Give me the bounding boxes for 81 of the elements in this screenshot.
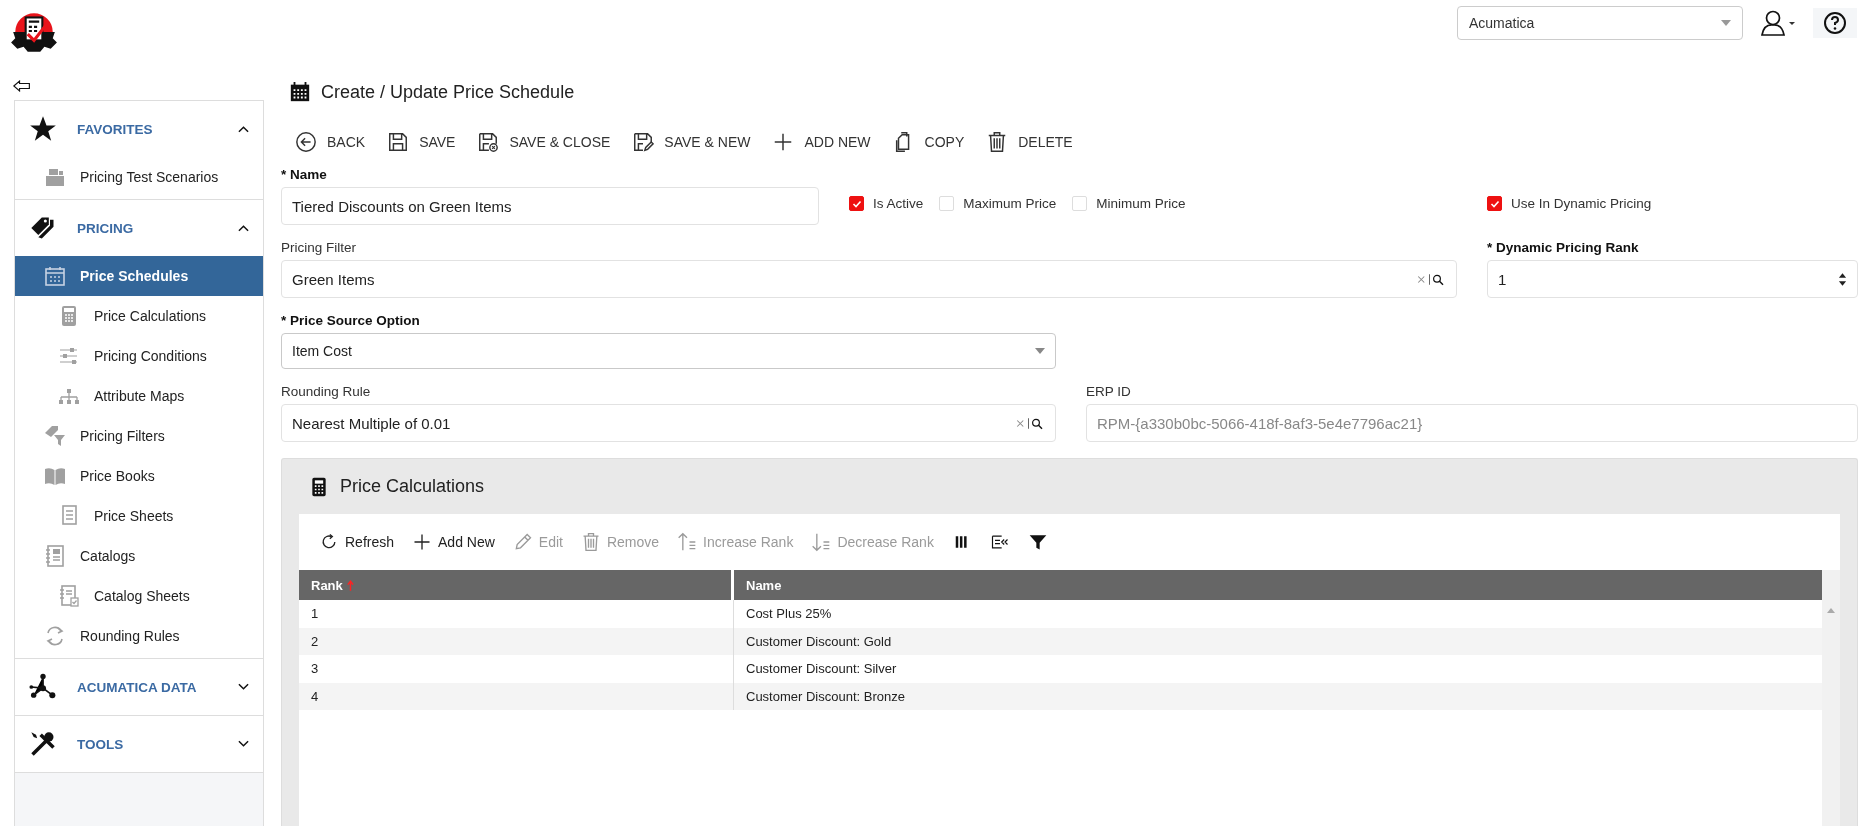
table-cell: 2 [299,627,734,655]
company-dropdown[interactable]: Acumatica [1457,6,1743,40]
star-icon [29,115,57,143]
calendar-icon [43,264,67,288]
toolbar-button[interactable]: COPY [892,131,965,153]
pricing-filter-field[interactable]: Green Items [281,260,1457,298]
section-title: Price Calculations [340,476,485,497]
notebook-check-icon [57,584,81,608]
tools-icon [29,730,57,758]
rank-spinner-field[interactable]: 1 [1487,260,1858,298]
section-header[interactable]: FAVORITES [15,101,263,157]
tag-funnel-icon [43,424,67,448]
floppy-disk-close-icon [477,131,500,153]
filter-icon[interactable] [1027,532,1048,552]
pencil-icon [512,532,533,552]
table-cell-text: Cost Plus 25% [745,605,833,624]
section-header[interactable]: TOOLS [15,716,263,772]
chevron-icon [238,224,249,232]
field-label: Pricing Filter [281,239,357,256]
field-label: * Dynamic Pricing Rank [1487,239,1640,256]
sidebar-item[interactable]: Pricing Test Scenarios [15,157,263,197]
chevron-icon [238,740,249,748]
sidebar-item[interactable]: Price Books [15,456,263,496]
caret-icon [1035,348,1045,354]
collapse-arrow-icon[interactable] [13,80,31,92]
sidebar-item[interactable]: Attribute Maps [15,376,263,416]
back-icon [295,131,317,153]
grid-toolbar-button[interactable]: Add New [412,532,495,552]
help-icon [1823,11,1847,35]
field-label: ERP ID [1086,383,1132,400]
chevron-icon [238,125,249,133]
floppy-disk-pencil-icon [632,131,655,153]
toolbar-button[interactable]: DELETE [986,131,1073,153]
column-header[interactable]: Name [734,570,1822,600]
grid-toolbar-button[interactable]: Refresh [319,532,395,552]
section-header[interactable]: ACUMATICA DATA [15,659,263,715]
field-label: * Name [281,166,328,183]
spinner-arrows-icon [1838,271,1847,287]
checkbox[interactable]: Maximum Price [939,196,1057,211]
scrollbar[interactable] [1822,570,1840,826]
toolbar-button[interactable]: BACK [295,131,366,153]
toolbar-button[interactable]: SAVE & NEW [632,131,751,153]
toolbar-button[interactable]: SAVE [387,131,456,153]
notebook-icon [43,544,67,568]
sidebar-item[interactable]: Price Schedules [15,256,263,296]
table-cell: 3 [299,655,734,683]
sidebar-item[interactable]: Pricing Filters [15,416,263,456]
table-cell: 4 [299,682,734,710]
help-button[interactable] [1813,8,1857,38]
calendar-icon [289,80,311,104]
clear-search-icon [1416,272,1446,286]
checkbox[interactable]: Minimum Price [1072,196,1186,211]
sidebar-item[interactable]: Catalog Sheets [15,576,263,616]
table-cell-text: Customer Discount: Silver [745,660,898,679]
sidebar-item[interactable]: Catalogs [15,536,263,576]
checkbox[interactable]: Is Active [849,196,924,211]
network-icon [29,673,57,701]
sort-up-icon [677,532,698,552]
toolbar-button[interactable]: SAVE & CLOSE [477,131,611,153]
field-label: Rounding Rule [281,383,372,400]
column-header[interactable]: Rank [299,570,734,600]
field-label: * Price Source Option [281,312,421,329]
sidebar-item[interactable]: Price Sheets [15,496,263,536]
price-source-dropdown[interactable]: Item Cost [281,333,1056,369]
sidebar-item[interactable]: Pricing Conditions [15,336,263,376]
sidebar-item[interactable]: Rounding Rules [15,616,263,656]
chevron-icon [238,683,249,691]
rounding-rule-field[interactable]: Nearest Multiple of 0.01 [281,404,1056,442]
sidebar-item[interactable]: Price Calculations [15,296,263,336]
caret-icon [1721,20,1731,26]
sort-down-icon [811,532,832,552]
table-cell: 1 [299,600,734,628]
table-cell-text: Customer Discount: Gold [745,632,893,651]
page-title: Create / Update Price Schedule [321,81,575,103]
plus-icon [412,532,433,552]
clear-search-icon [1015,416,1045,430]
section-header[interactable]: PRICING [15,200,263,256]
name-field[interactable]: Tiered Discounts on Green Items [281,187,819,225]
table-cell-text: Customer Discount: Bronze [745,687,906,706]
checkbox[interactable]: Use In Dynamic Pricing [1487,196,1652,211]
toolbar-button[interactable]: ADD NEW [772,131,871,153]
